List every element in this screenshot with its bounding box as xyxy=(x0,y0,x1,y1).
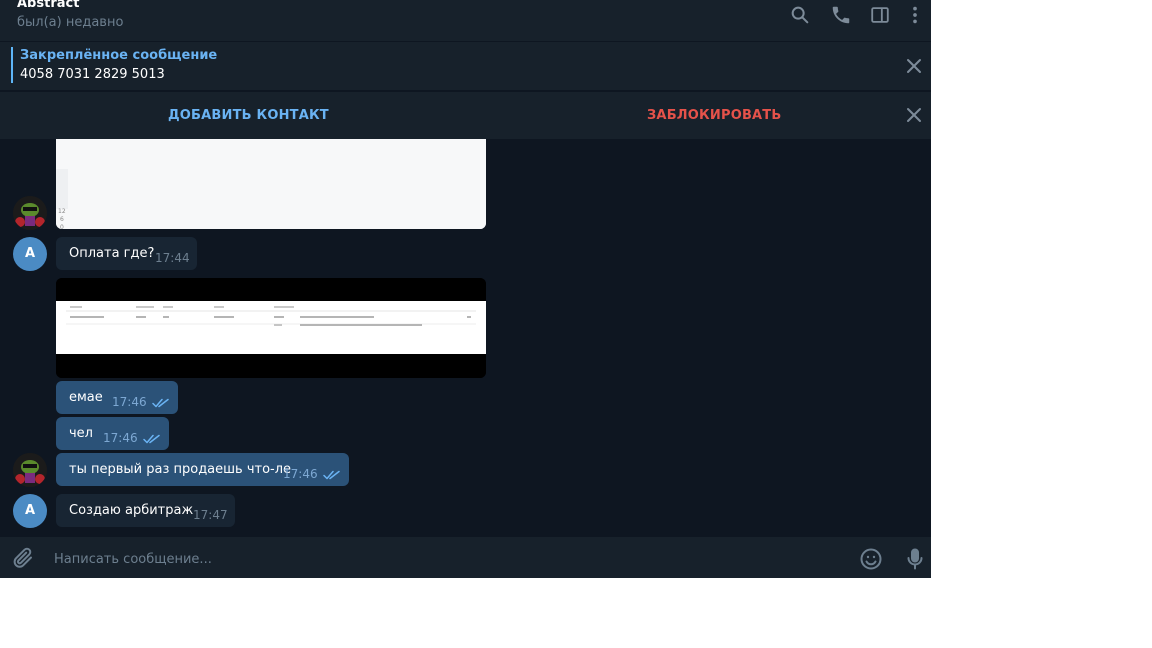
chat-header: Abstract был(а) недавно xyxy=(0,0,931,41)
message-bubble[interactable]: Оплата где? 17:44 xyxy=(56,237,197,270)
contact-avatar[interactable] xyxy=(13,196,47,230)
message-text: чел xyxy=(69,426,93,441)
block-user-button[interactable]: ЗАБЛОКИРОВАТЬ xyxy=(647,108,782,123)
pinned-indicator xyxy=(11,47,13,83)
message-time: 17:47 xyxy=(193,508,228,522)
contact-avatar-image xyxy=(13,196,47,230)
pinned-message-bar[interactable]: Закреплённое сообщение 4058 7031 2829 50… xyxy=(0,42,931,90)
svg-text:12: 12 xyxy=(58,208,66,215)
pinned-title: Закреплённое сообщение xyxy=(20,48,218,63)
pinned-text: 4058 7031 2829 5013 xyxy=(20,67,165,82)
close-action-bar-icon[interactable] xyxy=(906,107,922,123)
photo-content xyxy=(56,278,486,378)
contact-action-bar: ДОБАВИТЬ КОНТАКТ ЗАБЛОКИРОВАТЬ xyxy=(0,91,931,139)
message-time: 17:46 xyxy=(283,467,318,481)
chat-title[interactable]: Abstract xyxy=(17,0,79,11)
message-time: 17:46 xyxy=(112,395,147,409)
more-vertical-icon[interactable] xyxy=(904,4,926,26)
svg-text:0: 0 xyxy=(60,224,64,229)
phone-icon[interactable] xyxy=(830,4,852,26)
close-pinned-icon[interactable] xyxy=(906,58,922,74)
photo-message[interactable]: 12 6 0 xyxy=(56,139,486,229)
double-check-icon xyxy=(323,470,340,480)
sidebar-toggle-icon[interactable] xyxy=(869,4,891,26)
message-bubble[interactable]: ты первый раз продаешь что-ле 17:46 xyxy=(56,453,349,486)
search-icon[interactable] xyxy=(789,4,811,26)
photo-content: 12 6 0 xyxy=(56,139,486,229)
message-time: 17:46 xyxy=(103,431,138,445)
message-text: Создаю арбитраж xyxy=(69,503,194,518)
emoji-icon[interactable] xyxy=(859,547,883,571)
microphone-icon[interactable] xyxy=(903,547,927,571)
own-avatar[interactable]: A xyxy=(13,494,47,528)
message-bubble[interactable]: Создаю арбитраж 17:47 xyxy=(56,494,235,527)
double-check-icon xyxy=(152,398,169,408)
message-composer xyxy=(0,537,931,578)
double-check-icon xyxy=(143,434,160,444)
message-bubble[interactable]: емае 17:46 xyxy=(56,381,178,414)
photo-message[interactable] xyxy=(56,278,486,378)
message-bubble[interactable]: чел 17:46 xyxy=(56,417,169,450)
message-text: ты первый раз продаешь что-ле xyxy=(69,462,292,477)
svg-text:6: 6 xyxy=(60,216,64,223)
message-text: емае xyxy=(69,390,103,405)
contact-avatar-image xyxy=(13,453,47,487)
attach-icon[interactable] xyxy=(11,546,35,570)
message-input[interactable] xyxy=(52,547,836,571)
chat-status: был(а) недавно xyxy=(17,15,124,30)
message-time: 17:44 xyxy=(155,251,190,265)
own-avatar[interactable]: A xyxy=(13,237,47,271)
add-contact-button[interactable]: ДОБАВИТЬ КОНТАКТ xyxy=(168,108,329,123)
message-text: Оплата где? xyxy=(69,246,155,261)
telegram-chat-window: Abstract был(а) недавно Закреплённое соо… xyxy=(0,0,931,578)
contact-avatar[interactable] xyxy=(13,453,47,487)
